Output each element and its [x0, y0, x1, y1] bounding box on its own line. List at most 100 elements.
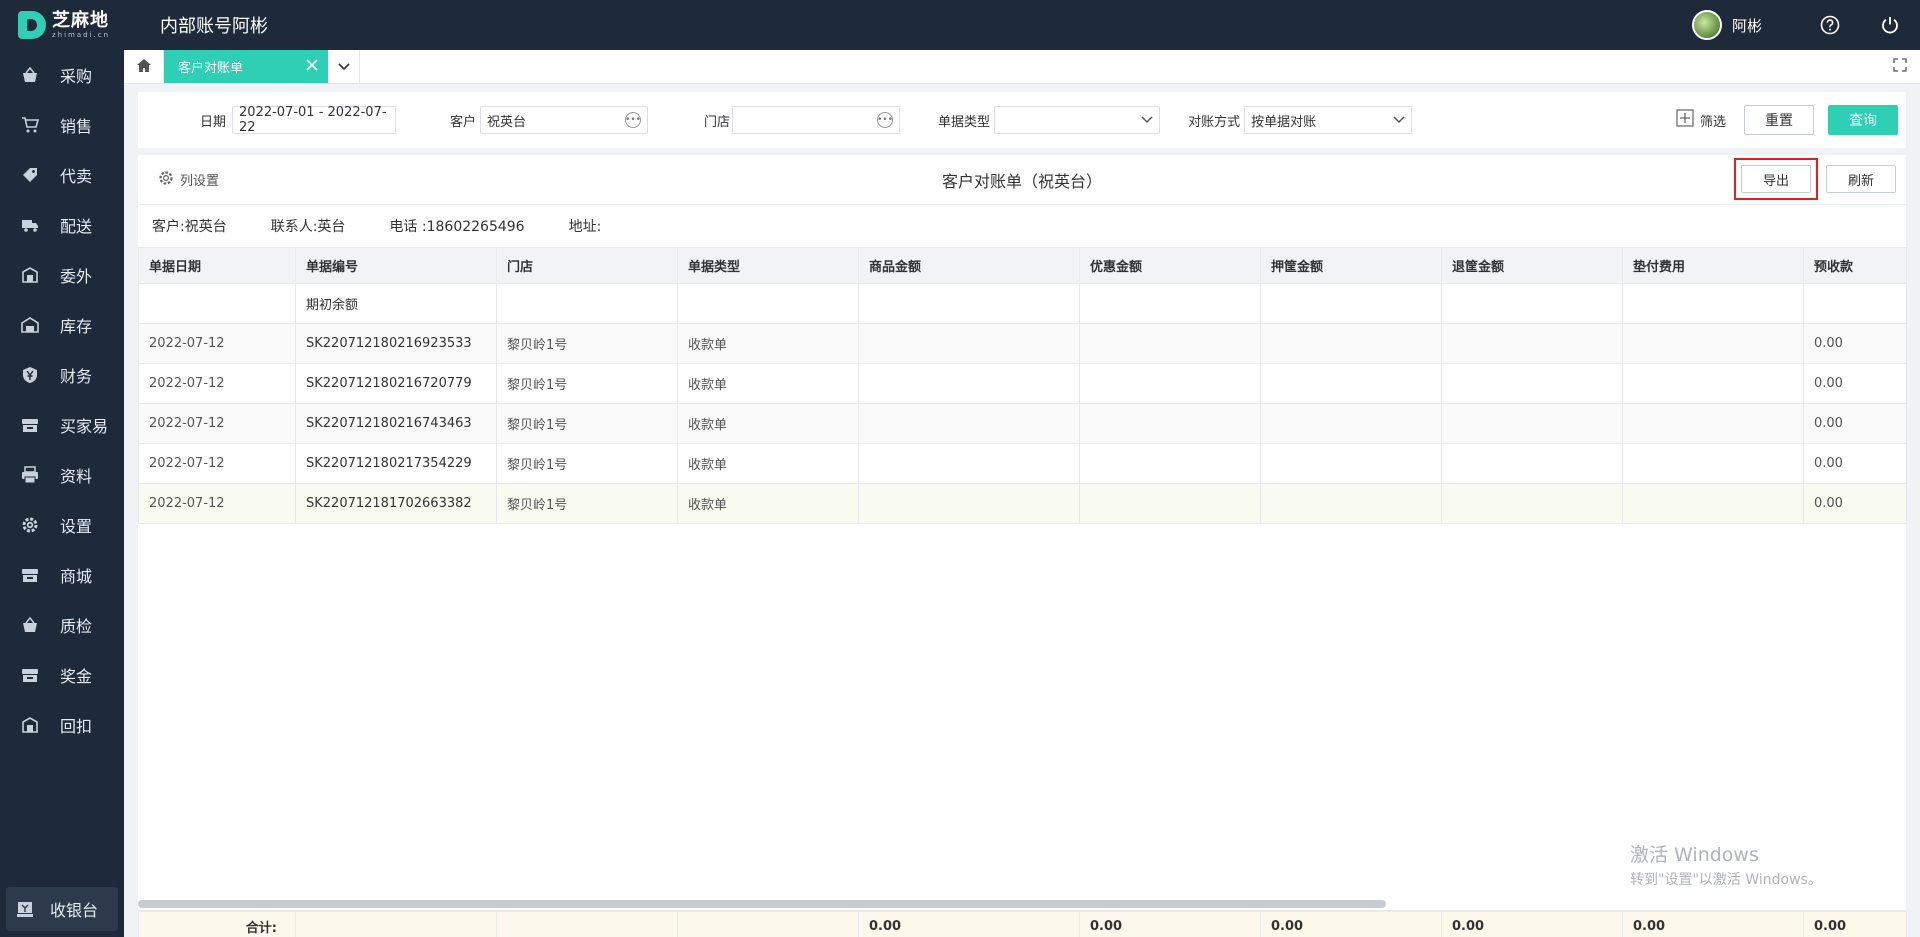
sidebar-item-inventory[interactable]: 库存: [0, 300, 124, 350]
column-header[interactable]: 门店: [496, 247, 678, 284]
column-header[interactable]: 单据编号: [295, 247, 497, 284]
sidebar-item-label: 奖金: [60, 667, 93, 686]
info-phone: 电话 :18602265496: [389, 219, 525, 235]
column-header[interactable]: 垫付费用: [1622, 247, 1804, 284]
cell-type: 收款单: [677, 403, 859, 444]
fullscreen-button[interactable]: [1880, 50, 1920, 83]
sidebar-item-label: 销售: [60, 117, 93, 136]
username[interactable]: 阿彬: [1732, 15, 1762, 36]
horizontal-scrollbar[interactable]: [138, 900, 1906, 908]
cell-type: 收款单: [677, 443, 859, 484]
table-row[interactable]: 2022-07-12 SK220712180217354229 黎贝岭1号 收款…: [138, 443, 1907, 484]
customer-info: 客户:祝英台 联系人:英台 电话 :18602265496 地址:: [138, 205, 1906, 247]
column-settings-button[interactable]: 列设置: [158, 170, 219, 190]
column-header[interactable]: 商品金额: [858, 247, 1080, 284]
sidebar-item-label: 设置: [60, 517, 93, 536]
column-header[interactable]: 预收款: [1803, 247, 1907, 284]
cashier-icon: [16, 900, 34, 918]
basket-icon: [20, 65, 40, 85]
report-panel: 列设置 客户对账单（祝英台） 导出 刷新 客户:祝英台 联系人:英台 电话 :1…: [138, 155, 1907, 937]
windows-activation-watermark: 激活 Windows 转到"设置"以激活 Windows。: [1630, 840, 1822, 889]
sidebar-item-label: 商城: [60, 567, 93, 586]
table-header-row: 单据日期 单据编号 门店 单据类型 商品金额 优惠金额 押筐金额 退筐金额 垫付…: [138, 247, 1907, 284]
sidebar-item-label: 财务: [60, 367, 93, 386]
sidebar-item-consign[interactable]: 代卖: [0, 150, 124, 200]
info-customer: 客户:祝英台: [152, 219, 227, 235]
sidebar-item-finance[interactable]: 财务: [0, 350, 124, 400]
total-deposit: 0.00: [1260, 911, 1442, 937]
table-row[interactable]: 2022-07-12 SK220712180216720779 黎贝岭1号 收款…: [138, 363, 1907, 404]
column-header[interactable]: 单据类型: [677, 247, 859, 284]
doc-type-select[interactable]: [994, 106, 1161, 134]
store-input[interactable]: •••: [732, 106, 901, 134]
refresh-button[interactable]: 刷新: [1826, 165, 1896, 193]
doc-type-label: 单据类型: [938, 114, 991, 130]
table-row[interactable]: 2022-07-12 SK220712180216923533 黎贝岭1号 收款…: [138, 323, 1907, 364]
info-contact: 联系人:英台: [270, 219, 346, 235]
reset-button[interactable]: 重置: [1744, 105, 1814, 135]
logo-mark-icon: [18, 11, 46, 39]
recon-select[interactable]: 按单据对账: [1244, 106, 1413, 134]
sidebar-item-bonus[interactable]: 奖金: [0, 650, 124, 700]
query-button[interactable]: 查询: [1828, 105, 1898, 135]
customer-input[interactable]: 祝英台 •••: [480, 106, 649, 134]
account-title: 内部账号阿彬: [160, 16, 268, 37]
cashier-button[interactable]: 收银台: [6, 887, 118, 931]
more-icon[interactable]: •••: [625, 112, 642, 128]
cart-icon: [20, 115, 40, 135]
logo-text: 芝麻地: [52, 9, 109, 31]
cell-prepaid: 0.00: [1803, 443, 1907, 484]
date-range-input[interactable]: 2022-07-01 - 2022-07-22: [232, 105, 397, 135]
recon-value: 按单据对账: [1251, 114, 1317, 130]
home-tab[interactable]: [124, 50, 164, 83]
truck-icon: [20, 215, 40, 235]
sidebar-item-label: 买家易: [60, 417, 109, 436]
sidebar-item-outsource[interactable]: 委外: [0, 250, 124, 300]
sidebar-item-buyer[interactable]: 买家易: [0, 400, 124, 450]
warehouse-icon: [20, 315, 40, 335]
cell-date: 2022-07-12: [138, 363, 296, 404]
logo[interactable]: 芝麻地 zhimadi.cn: [0, 0, 124, 50]
logo-subtext: zhimadi.cn: [52, 30, 111, 39]
cell-store: 黎贝岭1号: [496, 363, 678, 404]
sidebar-item-purchase[interactable]: 采购: [0, 50, 124, 100]
help-icon[interactable]: [1800, 0, 1860, 50]
export-button[interactable]: 导出: [1741, 165, 1811, 193]
column-header[interactable]: 优惠金额: [1079, 247, 1261, 284]
sidebar-item-settings[interactable]: 设置: [0, 500, 124, 550]
tab-dropdown[interactable]: [328, 50, 360, 83]
cashier-label: 收银台: [50, 901, 99, 920]
sidebar-item-mall[interactable]: 商城: [0, 550, 124, 600]
plus-box-icon: [1676, 109, 1694, 131]
more-icon[interactable]: •••: [877, 112, 894, 128]
opening-balance-row[interactable]: 期初余额: [138, 283, 1907, 324]
total-advance: 0.00: [1622, 911, 1804, 937]
table-row[interactable]: 2022-07-12 SK220712181702663382 黎贝岭1号 收款…: [138, 483, 1907, 524]
column-header[interactable]: 单据日期: [138, 247, 296, 284]
sidebar-item-delivery[interactable]: 配送: [0, 200, 124, 250]
sidebar-item-sales[interactable]: 销售: [0, 100, 124, 150]
cell-doc-no: SK220712180216743463: [295, 403, 497, 444]
tab-customer-statement[interactable]: 客户对账单: [164, 50, 328, 83]
table-row[interactable]: 2022-07-12 SK220712180216743463 黎贝岭1号 收款…: [138, 403, 1907, 444]
cell-date: 2022-07-12: [138, 483, 296, 524]
info-address: 地址:: [568, 219, 602, 235]
sidebar-item-quality[interactable]: 质检: [0, 600, 124, 650]
customer-value: 祝英台: [487, 114, 527, 130]
watermark-line2: 转到"设置"以激活 Windows。: [1630, 872, 1822, 888]
total-discount: 0.00: [1079, 911, 1261, 937]
date-range-value: 2022-07-01 - 2022-07-22: [239, 105, 387, 135]
power-icon[interactable]: [1860, 0, 1920, 50]
scrollbar-thumb[interactable]: [138, 900, 1386, 908]
column-header[interactable]: 退筐金额: [1441, 247, 1623, 284]
sidebar-item-rebate[interactable]: 回扣: [0, 700, 124, 750]
sidebar-item-data[interactable]: 资料: [0, 450, 124, 500]
sidebar-item-label: 库存: [60, 317, 93, 336]
avatar[interactable]: [1691, 10, 1722, 40]
filter-label: 筛选: [1699, 114, 1726, 130]
printer-icon: [20, 465, 40, 485]
filter-toggle[interactable]: 筛选: [1676, 109, 1726, 131]
column-header[interactable]: 押筐金额: [1260, 247, 1442, 284]
close-icon[interactable]: [306, 58, 318, 75]
gear-icon: [20, 515, 40, 535]
